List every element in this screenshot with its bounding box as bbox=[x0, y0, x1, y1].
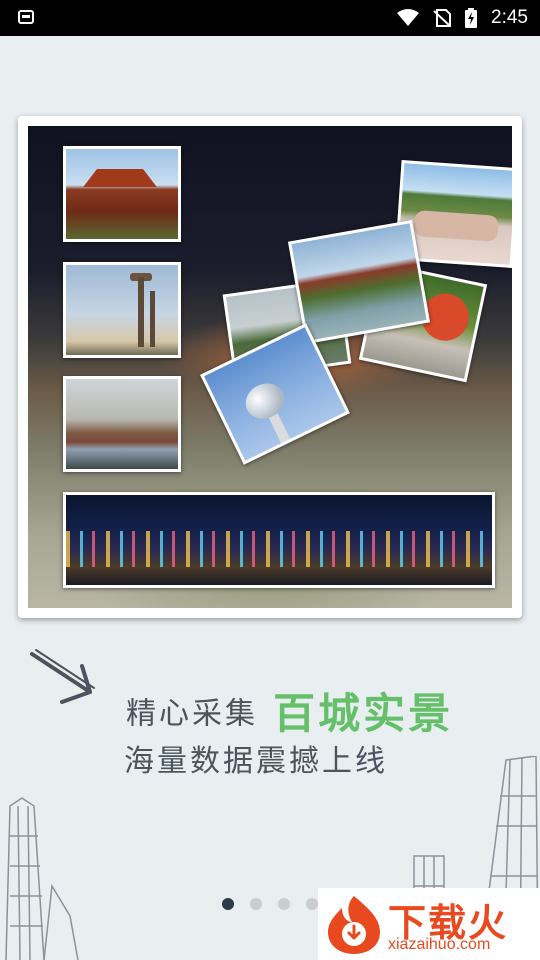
headline: 精心采集 百城实景 bbox=[126, 680, 453, 741]
battery-charging-icon bbox=[465, 8, 478, 28]
flame-logo-icon bbox=[328, 896, 380, 954]
watermark-url: xiazaihuo.com bbox=[388, 936, 491, 953]
collage-background bbox=[28, 126, 512, 608]
status-bar: 2:45 bbox=[0, 0, 540, 36]
status-icons: 2:45 bbox=[397, 0, 528, 36]
photo-night-city bbox=[63, 492, 495, 588]
page-indicator bbox=[222, 898, 318, 910]
photo-collage-card bbox=[18, 116, 522, 618]
status-time: 2:45 bbox=[491, 7, 528, 28]
page-dot-4[interactable] bbox=[306, 898, 318, 910]
app-notification-icon bbox=[18, 10, 34, 24]
wifi-icon bbox=[397, 9, 420, 26]
photo-trees-lake bbox=[63, 376, 181, 472]
headline-big: 百城实景 bbox=[273, 689, 454, 738]
photo-pavilion bbox=[287, 219, 431, 345]
arrow-icon bbox=[30, 649, 95, 704]
subline: 海量数据震撼上线 bbox=[124, 744, 388, 779]
building-sketch-left bbox=[5, 797, 79, 960]
page-dot-1[interactable] bbox=[222, 898, 234, 910]
page-dot-2[interactable] bbox=[250, 898, 262, 910]
watermark: 下载火 xiazaihuo.com bbox=[318, 888, 540, 960]
photo-tower bbox=[63, 262, 181, 358]
headline-small: 精心采集 bbox=[126, 696, 258, 732]
no-sim-icon bbox=[433, 9, 452, 27]
photo-temple bbox=[63, 146, 181, 242]
page-dot-3[interactable] bbox=[278, 898, 290, 910]
